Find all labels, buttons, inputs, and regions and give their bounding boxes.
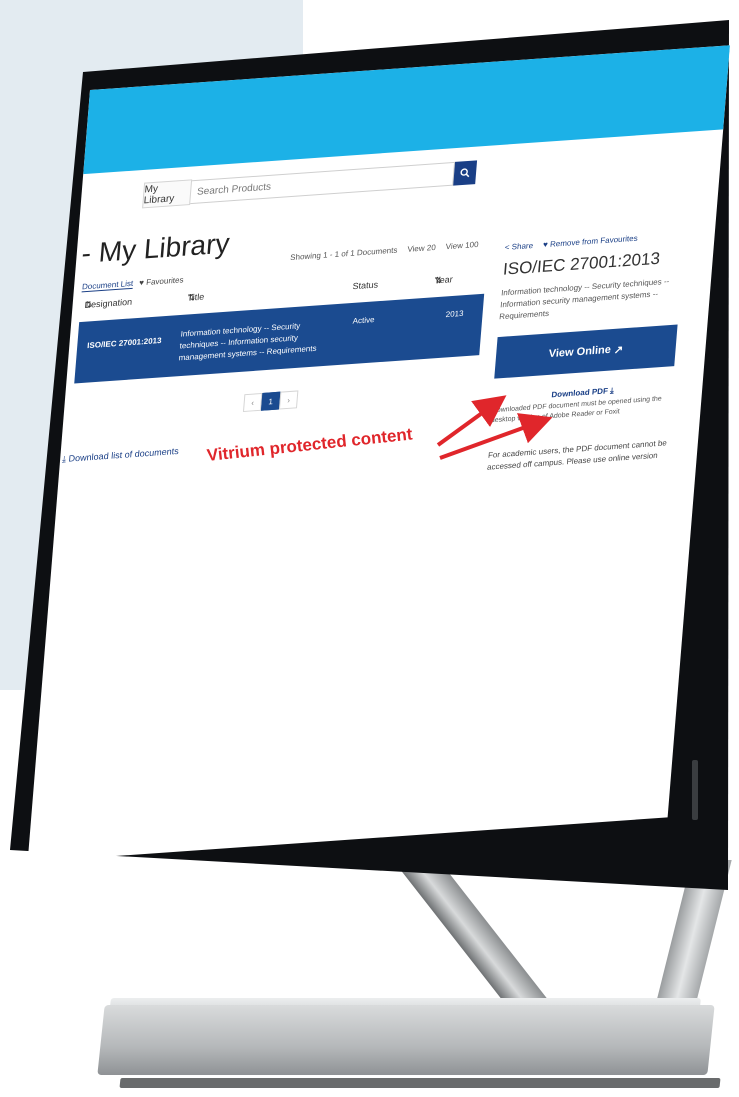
page-title: - My Library: [80, 227, 231, 269]
page-1-button[interactable]: 1: [260, 391, 281, 411]
download-icon: ⤓: [609, 386, 615, 396]
prev-page-button[interactable]: ‹: [242, 392, 263, 413]
share-icon: <: [504, 242, 510, 252]
document-detail-panel: < Share ♥ Remove from Favourites ISO/IEC…: [487, 230, 686, 473]
external-link-icon: ↗: [613, 343, 624, 357]
download-list-label: Download list of documents: [68, 446, 180, 464]
share-link[interactable]: < Share: [504, 241, 533, 252]
remove-favourite-link[interactable]: ♥ Remove from Favourites: [543, 234, 638, 250]
row-title: Information technology -- Security techn…: [178, 321, 317, 363]
search-bar: My Library Search Products: [142, 159, 478, 209]
view-100-link[interactable]: View 100: [445, 240, 478, 251]
download-list-link[interactable]: ⤓ Download list of documents: [62, 446, 179, 465]
document-title: Information technology -- Security techn…: [498, 276, 670, 322]
row-status: Active: [352, 315, 375, 326]
document-code: ISO/IEC 27001:2013: [502, 248, 661, 279]
search-icon: [460, 168, 470, 178]
heart-icon: ♥: [138, 278, 145, 288]
tab-favourites-label: Favourites: [145, 275, 184, 287]
sort-icon: ⇅: [84, 299, 93, 310]
tab-favourites[interactable]: ♥ Favourites: [139, 275, 184, 288]
academic-note: For academic users, the PDF document can…: [486, 438, 668, 472]
search-input[interactable]: Search Products: [190, 161, 456, 205]
view-online-label: View Online: [548, 343, 612, 361]
header-status: Status: [352, 279, 379, 292]
heart-icon: ♥: [542, 240, 549, 250]
view-20-link[interactable]: View 20: [407, 243, 436, 254]
library-tabs: Document List ♥ Favourites: [81, 275, 184, 293]
next-page-button[interactable]: ›: [278, 390, 299, 410]
showing-count: Showing 1 - 1 of 1 Documents: [289, 245, 398, 263]
remove-favourite-label: Remove from Favourites: [549, 233, 639, 249]
download-pdf-label: Download PDF: [551, 386, 609, 400]
row-year: 2013: [445, 308, 464, 320]
my-library-link[interactable]: My Library: [142, 179, 193, 209]
table-row[interactable]: ISO/IEC 27001:2013 Information technolog…: [74, 293, 485, 384]
share-label: Share: [511, 241, 534, 252]
row-designation: ISO/IEC 27001:2013: [86, 335, 162, 351]
tab-document-list[interactable]: Document List: [81, 278, 134, 293]
search-button[interactable]: [453, 160, 478, 186]
results-info: Showing 1 - 1 of 1 Documents View 20 Vie…: [290, 240, 479, 262]
download-icon: ⤓: [61, 453, 67, 465]
monitor-side-button: [692, 760, 698, 820]
monitor: My Library Search Products - My Library …: [0, 0, 739, 1097]
sort-icon: ⇅: [187, 292, 196, 303]
pagination: ‹ 1 ›: [242, 390, 299, 413]
sort-icon: ⇅: [434, 275, 443, 286]
screen: My Library Search Products - My Library …: [27, 45, 731, 863]
view-online-button[interactable]: View Online ↗: [494, 324, 678, 379]
